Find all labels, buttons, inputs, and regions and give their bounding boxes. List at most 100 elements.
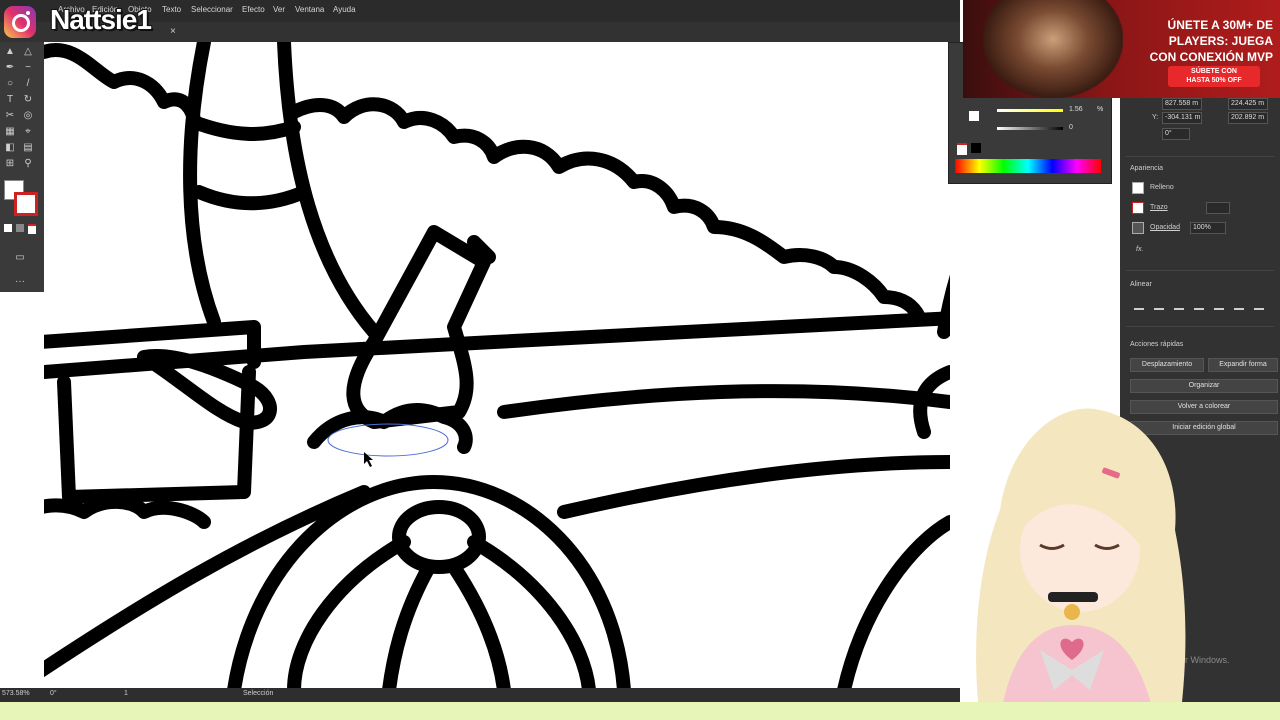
- ad-cta-line-2: HASTA 50% OFF: [1186, 77, 1242, 84]
- opacity-icon: [1132, 222, 1144, 234]
- h-field[interactable]: 202.892 m: [1228, 112, 1268, 124]
- sand-mound-left: [44, 494, 211, 529]
- instagram-icon: [4, 6, 36, 38]
- angle-field[interactable]: 0°: [1162, 128, 1190, 140]
- eyedropper-tool-icon[interactable]: ⌖: [22, 126, 34, 138]
- opacity-field[interactable]: 100%: [1190, 222, 1226, 234]
- windows-activation-watermark: r Windows.: [1185, 655, 1230, 665]
- gradient-mode-icon[interactable]: [16, 224, 24, 232]
- none-mode-icon[interactable]: [28, 224, 36, 234]
- cursor-icon: [364, 452, 373, 467]
- ad-line-3: CON CONEXIÓN MVP: [1149, 50, 1273, 64]
- brush-tool-icon[interactable]: /: [22, 78, 34, 90]
- black-color-swatch[interactable]: [971, 143, 981, 153]
- gradient-tool-icon[interactable]: ▤: [22, 142, 34, 154]
- offset-path-button[interactable]: Desplazamiento: [1130, 358, 1204, 372]
- ad-line-2: PLAYERS: JUEGA: [1168, 34, 1273, 48]
- menu-efecto[interactable]: Efecto: [242, 5, 265, 14]
- align-right-icon[interactable]: [1194, 300, 1204, 310]
- none-color-swatch[interactable]: [957, 143, 967, 155]
- scissors-tool-icon[interactable]: ✂: [4, 110, 16, 122]
- zoom-level[interactable]: 573.58%: [2, 690, 30, 697]
- palm-trunk-left-line: [183, 42, 221, 329]
- fill-color-swatch[interactable]: [969, 111, 979, 121]
- x-field[interactable]: 827.558 m: [1162, 98, 1202, 110]
- ellipse-tool-icon[interactable]: ○: [4, 78, 16, 90]
- artboard-canvas[interactable]: [44, 42, 950, 690]
- ad-cta-line-1: SÚBETE CON: [1191, 68, 1237, 75]
- color-spectrum[interactable]: [955, 159, 1101, 173]
- palm-trunk-right-line: [277, 42, 381, 339]
- sand-pile: [307, 403, 473, 454]
- vtuber-avatar: [976, 408, 1186, 720]
- warp-tool-icon[interactable]: ◎: [22, 110, 34, 122]
- right-arch: [937, 274, 950, 339]
- ad-banner[interactable]: ÚNETE A 30M+ DE PLAYERS: JUEGA CON CONEX…: [963, 0, 1280, 98]
- pen-tool-icon[interactable]: ✒: [4, 62, 16, 74]
- align-to-icon[interactable]: [1134, 300, 1144, 310]
- ball-seam-2: [382, 560, 436, 690]
- avatar-bell: [1064, 604, 1080, 620]
- menu-seleccionar[interactable]: Seleccionar: [191, 5, 233, 14]
- align-top-icon[interactable]: [1214, 300, 1224, 310]
- rotation-angle[interactable]: 0°: [50, 690, 57, 697]
- artboard-tool-icon[interactable]: ⊞: [4, 158, 16, 170]
- close-tab-icon[interactable]: ×: [170, 26, 176, 37]
- type-tool-icon[interactable]: T: [4, 94, 16, 106]
- selection-tool-icon[interactable]: ▲: [4, 46, 16, 58]
- yellow-value[interactable]: 1.56: [1069, 106, 1083, 113]
- more-tools-icon[interactable]: ···: [14, 276, 26, 288]
- fill-label[interactable]: Relleno: [1150, 184, 1174, 191]
- align-left-icon[interactable]: [1154, 300, 1164, 310]
- graph-tool-icon[interactable]: ▦: [4, 126, 16, 138]
- y-field[interactable]: -304.131 m: [1162, 112, 1202, 124]
- yellow-slider[interactable]: [997, 109, 1063, 112]
- menu-texto[interactable]: Texto: [162, 5, 181, 14]
- rail-lower-line: [557, 455, 950, 519]
- menu-ver[interactable]: Ver: [273, 5, 285, 14]
- appearance-title: Apariencia: [1130, 165, 1164, 172]
- trunk-band-2: [192, 185, 311, 211]
- avatar-collar: [1048, 592, 1098, 602]
- fill-swatch-small[interactable]: [1132, 182, 1144, 194]
- trunk-band-1: [187, 115, 301, 141]
- align-bottom-icon[interactable]: [1254, 300, 1264, 310]
- artboard-number[interactable]: 1: [124, 690, 128, 697]
- expand-shape-button[interactable]: Expandir forma: [1208, 358, 1278, 372]
- rail-middle-line: [497, 384, 950, 419]
- stroke-label[interactable]: Trazo: [1150, 204, 1168, 211]
- color-mode-icon[interactable]: [4, 224, 12, 232]
- leaf-line: [44, 43, 201, 129]
- bush-outline: [287, 97, 926, 324]
- shape-builder-tool-icon[interactable]: ◧: [4, 142, 16, 154]
- percent-sign: %: [1097, 106, 1104, 113]
- right-lower-curve: [837, 515, 950, 690]
- stroke-swatch-small[interactable]: [1132, 202, 1144, 214]
- screen-mode-icon[interactable]: ▭: [14, 252, 26, 264]
- black-slider[interactable]: [997, 127, 1063, 130]
- ball-seam-3: [447, 560, 511, 690]
- stroke-weight-field[interactable]: [1206, 202, 1230, 214]
- align-center-icon[interactable]: [1174, 300, 1184, 310]
- zoom-tool-icon[interactable]: ⚲: [22, 158, 34, 170]
- direct-selection-tool-icon[interactable]: △: [22, 46, 34, 58]
- rotate-tool-icon[interactable]: ↻: [22, 94, 34, 106]
- bottom-strip: [0, 702, 1280, 720]
- ad-line-1: ÚNETE A 30M+ DE: [1167, 18, 1273, 32]
- black-value[interactable]: 0: [1069, 124, 1073, 131]
- selected-ellipse-path: [327, 423, 449, 457]
- menu-ventana[interactable]: Ventana: [295, 5, 324, 14]
- w-field[interactable]: 224.425 m: [1228, 98, 1268, 110]
- menu-ayuda[interactable]: Ayuda: [333, 5, 356, 14]
- fx-button[interactable]: fx.: [1136, 246, 1143, 253]
- ball-seam-4: [467, 535, 596, 690]
- curvature-tool-icon[interactable]: ~: [22, 62, 34, 74]
- opacity-label[interactable]: Opacidad: [1150, 224, 1180, 231]
- quick-actions-title: Acciones rápidas: [1130, 341, 1184, 348]
- ad-cta-button[interactable]: SÚBETE CON HASTA 50% OFF: [1168, 66, 1260, 87]
- status-bar: 573.58% 0° 1 Selección: [0, 688, 960, 702]
- current-tool-label: Selección: [243, 690, 274, 697]
- stroke-swatch[interactable]: [14, 192, 38, 216]
- divider: [1126, 156, 1274, 157]
- align-middle-icon[interactable]: [1234, 300, 1244, 310]
